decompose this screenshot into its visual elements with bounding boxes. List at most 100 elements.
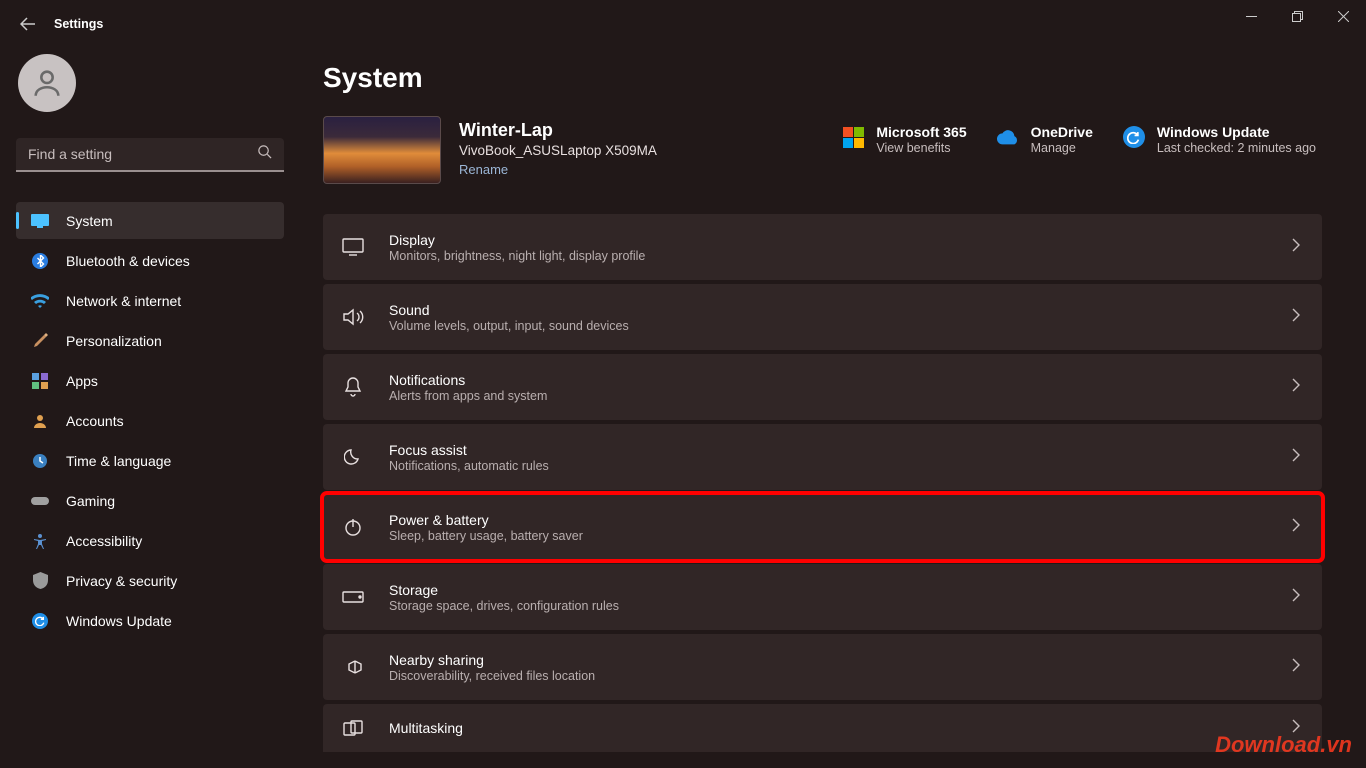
card-title: Display <box>389 232 1292 248</box>
nav-item-bluetooth[interactable]: Bluetooth & devices <box>16 242 284 279</box>
card-sub: Notifications, automatic rules <box>389 459 1292 473</box>
maximize-button[interactable] <box>1274 0 1320 32</box>
card-title: Power & battery <box>389 512 1292 528</box>
moon-icon <box>339 443 367 471</box>
nav-label: Bluetooth & devices <box>66 253 190 269</box>
card-title: Focus assist <box>389 442 1292 458</box>
nav-item-personalization[interactable]: Personalization <box>16 322 284 359</box>
bell-icon <box>339 373 367 401</box>
status-ms365[interactable]: Microsoft 365 View benefits <box>842 124 966 155</box>
share-icon <box>339 653 367 681</box>
window-controls <box>1228 0 1366 32</box>
status-title: OneDrive <box>1031 124 1093 140</box>
card-multitasking[interactable]: Multitasking <box>323 704 1322 752</box>
bluetooth-icon <box>30 251 50 271</box>
card-notifications[interactable]: Notifications Alerts from apps and syste… <box>323 354 1322 420</box>
card-storage[interactable]: Storage Storage space, drives, configura… <box>323 564 1322 630</box>
status-sub: Last checked: 2 minutes ago <box>1157 141 1316 155</box>
chevron-right-icon <box>1292 238 1300 257</box>
nav-label: Privacy & security <box>66 573 177 589</box>
nav-label: System <box>66 213 113 229</box>
clock-icon <box>30 451 50 471</box>
account-row[interactable] <box>16 48 287 112</box>
card-sub: Discoverability, received files location <box>389 669 1292 683</box>
rename-link[interactable]: Rename <box>459 162 657 177</box>
nav-item-privacy[interactable]: Privacy & security <box>16 562 284 599</box>
nav-item-time[interactable]: Time & language <box>16 442 284 479</box>
windows-update-icon <box>30 611 50 631</box>
multitasking-icon <box>339 714 367 742</box>
close-button[interactable] <box>1320 0 1366 32</box>
card-title: Sound <box>389 302 1292 318</box>
status-sub: Manage <box>1031 141 1093 155</box>
search-input[interactable] <box>28 146 257 162</box>
nav-label: Accounts <box>66 413 124 429</box>
windows-update-icon <box>1123 126 1145 148</box>
card-focus-assist[interactable]: Focus assist Notifications, automatic ru… <box>323 424 1322 490</box>
card-power-battery[interactable]: Power & battery Sleep, battery usage, ba… <box>323 494 1322 560</box>
card-sub: Sleep, battery usage, battery saver <box>389 529 1292 543</box>
main-content: System Winter-Lap VivoBook_ASUSLaptop X5… <box>305 48 1366 768</box>
chevron-right-icon <box>1292 448 1300 467</box>
onedrive-icon <box>997 126 1019 148</box>
accounts-icon <box>30 411 50 431</box>
status-title: Windows Update <box>1157 124 1316 140</box>
nav-label: Windows Update <box>66 613 172 629</box>
status-group: Microsoft 365 View benefits OneDrive Man… <box>842 116 1322 155</box>
nav-label: Apps <box>66 373 98 389</box>
device-name: Winter-Lap <box>459 120 657 141</box>
card-title: Multitasking <box>389 720 1292 736</box>
watermark: Download.vn <box>1215 732 1352 758</box>
gaming-icon <box>30 491 50 511</box>
card-sub: Volume levels, output, input, sound devi… <box>389 319 1292 333</box>
window-title: Settings <box>54 17 103 31</box>
minimize-button[interactable] <box>1228 0 1274 32</box>
card-title: Storage <box>389 582 1292 598</box>
device-thumbnail[interactable] <box>323 116 441 184</box>
card-sub: Monitors, brightness, night light, displ… <box>389 249 1292 263</box>
device-model: VivoBook_ASUSLaptop X509MA <box>459 143 657 158</box>
card-sound[interactable]: Sound Volume levels, output, input, soun… <box>323 284 1322 350</box>
nav-item-accessibility[interactable]: Accessibility <box>16 522 284 559</box>
status-sub: View benefits <box>876 141 966 155</box>
nav-item-system[interactable]: System <box>16 202 284 239</box>
nav-label: Network & internet <box>66 293 181 309</box>
nav-label: Gaming <box>66 493 115 509</box>
nav-label: Time & language <box>66 453 171 469</box>
nav-item-network[interactable]: Network & internet <box>16 282 284 319</box>
nav-item-gaming[interactable]: Gaming <box>16 482 284 519</box>
card-display[interactable]: Display Monitors, brightness, night ligh… <box>323 214 1322 280</box>
chevron-right-icon <box>1292 588 1300 607</box>
system-icon <box>30 211 50 231</box>
avatar <box>18 54 76 112</box>
apps-icon <box>30 371 50 391</box>
search-box[interactable] <box>16 138 284 172</box>
display-icon <box>339 233 367 261</box>
card-nearby-sharing[interactable]: Nearby sharing Discoverability, received… <box>323 634 1322 700</box>
nav-item-accounts[interactable]: Accounts <box>16 402 284 439</box>
status-onedrive[interactable]: OneDrive Manage <box>997 124 1093 155</box>
accessibility-icon <box>30 531 50 551</box>
sound-icon <box>339 303 367 331</box>
search-icon <box>257 144 272 164</box>
card-title: Nearby sharing <box>389 652 1292 668</box>
status-windows-update[interactable]: Windows Update Last checked: 2 minutes a… <box>1123 124 1316 155</box>
back-button[interactable] <box>16 12 40 36</box>
status-title: Microsoft 365 <box>876 124 966 140</box>
card-title: Notifications <box>389 372 1292 388</box>
device-row: Winter-Lap VivoBook_ASUSLaptop X509MA Re… <box>323 116 1322 184</box>
nav-label: Personalization <box>66 333 162 349</box>
settings-card-list: Display Monitors, brightness, night ligh… <box>323 214 1322 752</box>
wifi-icon <box>30 291 50 311</box>
card-sub: Storage space, drives, configuration rul… <box>389 599 1292 613</box>
paintbrush-icon <box>30 331 50 351</box>
nav-item-update[interactable]: Windows Update <box>16 602 284 639</box>
power-icon <box>339 513 367 541</box>
nav-item-apps[interactable]: Apps <box>16 362 284 399</box>
chevron-right-icon <box>1292 518 1300 537</box>
device-info: Winter-Lap VivoBook_ASUSLaptop X509MA Re… <box>459 116 657 177</box>
sidebar: System Bluetooth & devices Network & int… <box>0 48 305 768</box>
titlebar: Settings <box>0 0 1366 48</box>
nav-list: System Bluetooth & devices Network & int… <box>16 202 287 639</box>
nav-label: Accessibility <box>66 533 142 549</box>
